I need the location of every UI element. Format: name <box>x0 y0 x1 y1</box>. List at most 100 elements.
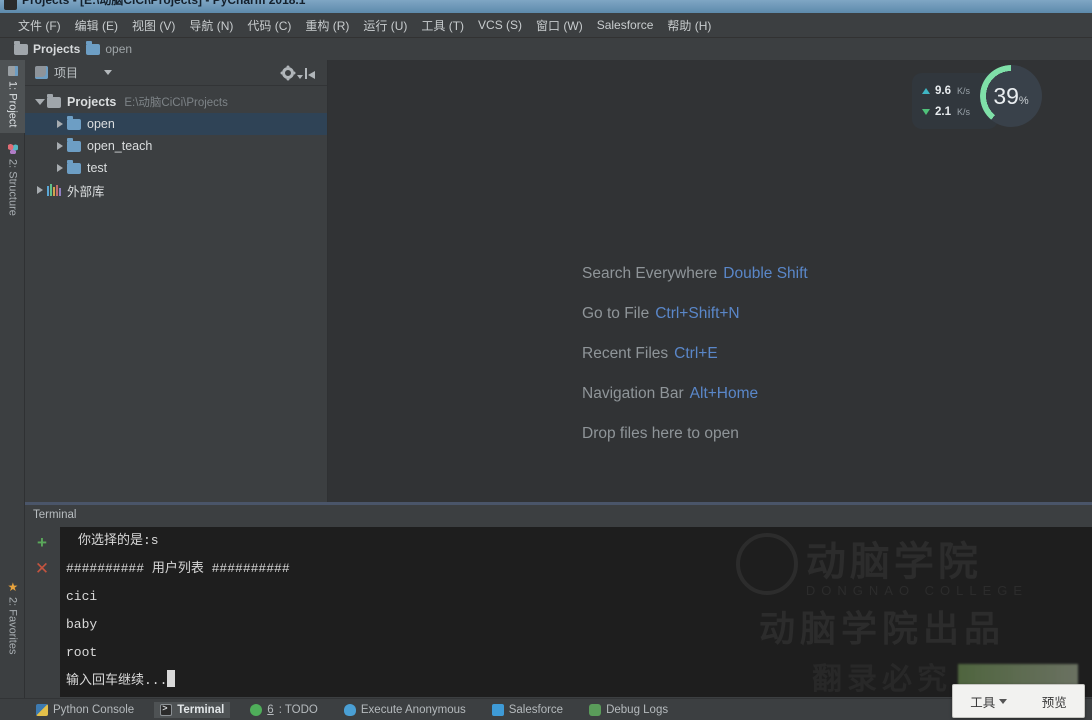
folder-icon <box>67 159 81 174</box>
project-tool-window: 项目 Projects E:\动脑CiCi\Projects open open… <box>25 60 328 502</box>
tree-label: test <box>87 161 108 175</box>
statusbar-tab-debug-logs[interactable]: Debug Logs <box>583 702 674 718</box>
statusbar-tab-todo[interactable]: 6: TODO <box>244 702 324 718</box>
project-panel-title-label: 项目 <box>54 66 79 80</box>
app-icon <box>4 0 17 10</box>
hint-search-everywhere: Search Everywhere Double Shift <box>582 265 808 283</box>
pycharm-window: Projects - [E:\动脑CiCi\Projects] - PyChar… <box>0 0 1092 720</box>
chevron-right-icon[interactable] <box>53 164 67 172</box>
capture-preview-label: 预览 <box>1041 695 1067 710</box>
todo-icon <box>250 703 263 716</box>
arrow-down-icon <box>922 108 930 115</box>
statusbar-tab-execute-anonymous[interactable]: Execute Anonymous <box>338 702 472 718</box>
statusbar-tab-salesforce[interactable]: Salesforce <box>486 702 569 718</box>
hide-panel-icon[interactable] <box>301 63 321 83</box>
chevron-right-icon[interactable] <box>33 186 47 194</box>
statusbar-tab-label: Execute Anonymous <box>360 703 466 716</box>
plus-icon[interactable]: + <box>34 534 50 551</box>
hint-action: Navigation Bar <box>582 385 684 402</box>
capture-tools-button[interactable]: 工具 <box>970 692 1008 711</box>
menu-refactor[interactable]: 重构 (R) <box>298 14 356 37</box>
terminal-prompt-text: 输入回车继续... <box>66 673 168 688</box>
terminal-prompt-line: 输入回车继续... <box>60 667 1092 695</box>
menu-window[interactable]: 窗口 (W) <box>529 14 590 37</box>
gear-icon[interactable] <box>281 63 303 83</box>
hint-navigation-bar: Navigation Bar Alt+Home <box>582 385 808 403</box>
tree-row-external-libraries[interactable]: 外部库 <box>25 179 327 201</box>
menu-code[interactable]: 代码 (C) <box>240 14 298 37</box>
sidebar-item-project[interactable]: 1: Project <box>0 60 25 134</box>
debug-icon <box>589 703 602 716</box>
sidebar-item-label: 1: Project <box>6 81 19 128</box>
menu-tools[interactable]: 工具 (T) <box>414 14 471 37</box>
editor-empty-area[interactable]: Search Everywhere Double Shift Go to File… <box>328 60 1092 502</box>
breadcrumb-label: open <box>105 42 133 56</box>
menu-help[interactable]: 帮助 (H) <box>660 14 718 37</box>
hint-shortcut: Double Shift <box>723 265 808 282</box>
hint-shortcut: Alt+Home <box>689 385 759 402</box>
capture-preview-button[interactable]: 预览 <box>1042 692 1067 711</box>
sidebar-item-structure[interactable]: 2: Structure <box>0 138 25 222</box>
chevron-down-icon <box>999 698 1008 704</box>
chevron-down-icon[interactable] <box>33 99 47 105</box>
sidebar-item-label: 2: Structure <box>6 159 19 216</box>
capture-tools-label: 工具 <box>970 695 996 710</box>
project-view-icon <box>35 66 48 79</box>
project-panel-title[interactable]: 项目 <box>35 64 78 81</box>
terminal-header: Terminal <box>25 505 1092 527</box>
hint-go-to-file: Go to File Ctrl+Shift+N <box>582 305 808 323</box>
menu-edit[interactable]: 编辑 (E) <box>68 14 125 37</box>
terminal-line: cici <box>66 589 98 604</box>
python-icon <box>36 703 48 716</box>
chevron-right-icon[interactable] <box>53 142 67 150</box>
tree-label: open_teach <box>87 139 153 153</box>
terminal-output[interactable]: 动脑学院 DONGNAO COLLEGE 动脑学院出品 翻录必究 你选择的是:s… <box>60 527 1092 697</box>
project-tree: Projects E:\动脑CiCi\Projects open open_te… <box>25 86 327 201</box>
breadcrumb-label: Projects <box>33 42 81 56</box>
window-title: Projects - [E:\动脑CiCi\Projects] - PyChar… <box>22 0 306 7</box>
cpu-gauge[interactable]: 39% <box>980 65 1042 127</box>
star-icon: ★ <box>7 580 19 594</box>
hint-action: Drop files here to open <box>582 425 739 442</box>
library-icon <box>47 184 61 196</box>
menu-navigate[interactable]: 导航 (N) <box>182 14 240 37</box>
statusbar-tab-terminal[interactable]: Terminal <box>154 701 231 718</box>
hint-shortcut: Ctrl+E <box>674 345 718 362</box>
menu-salesforce[interactable]: Salesforce <box>590 15 661 35</box>
close-icon[interactable]: ✕ <box>34 560 50 577</box>
download-speed-value: 2.1 <box>935 105 951 118</box>
breadcrumb-item-projects[interactable]: Projects <box>14 40 81 56</box>
hint-shortcut: Ctrl+Shift+N <box>655 305 740 322</box>
upload-speed-unit: K/s <box>957 85 971 96</box>
download-speed-unit: K/s <box>957 106 971 117</box>
statusbar-tab-prefix: 6 <box>267 703 274 716</box>
chevron-right-icon[interactable] <box>53 120 67 128</box>
arrow-up-icon <box>922 87 930 94</box>
folder-icon <box>47 93 61 108</box>
tree-row-open[interactable]: open <box>25 113 327 135</box>
window-titlebar: Projects - [E:\动脑CiCi\Projects] - PyChar… <box>0 0 1092 13</box>
network-speed-widget[interactable]: 9.6 K/s 2.1 K/s 39% <box>912 65 1042 137</box>
tree-label: 外部库 <box>67 184 105 199</box>
menu-run[interactable]: 运行 (U) <box>356 14 414 37</box>
chevron-down-icon[interactable] <box>104 70 113 75</box>
statusbar-tab-python-console[interactable]: Python Console <box>30 702 140 718</box>
menu-view[interactable]: 视图 (V) <box>125 14 182 37</box>
project-icon <box>7 66 18 76</box>
statusbar: Python Console Terminal 6: TODO Execute … <box>0 698 1092 720</box>
hint-drop-files: Drop files here to open <box>582 425 808 443</box>
terminal-line: ########## 用户列表 ########## <box>66 561 290 576</box>
tree-row-open-teach[interactable]: open_teach <box>25 135 327 157</box>
terminal-tab-label[interactable]: Terminal <box>33 509 76 521</box>
hint-action: Recent Files <box>582 345 669 362</box>
sidebar-item-favorites[interactable]: ★ 2: Favorites <box>0 576 25 660</box>
structure-icon <box>7 144 18 154</box>
editor-hint-list: Search Everywhere Double Shift Go to File… <box>582 265 808 443</box>
terminal-line: baby <box>66 617 98 632</box>
tree-row-test[interactable]: test <box>25 157 327 179</box>
menu-vcs[interactable]: VCS (S) <box>471 15 529 35</box>
breadcrumb-item-open[interactable]: open <box>86 40 133 56</box>
gauge-unit: % <box>1018 94 1029 107</box>
menu-file[interactable]: 文件 (F) <box>11 14 68 37</box>
tree-row-projects[interactable]: Projects E:\动脑CiCi\Projects <box>25 91 327 113</box>
